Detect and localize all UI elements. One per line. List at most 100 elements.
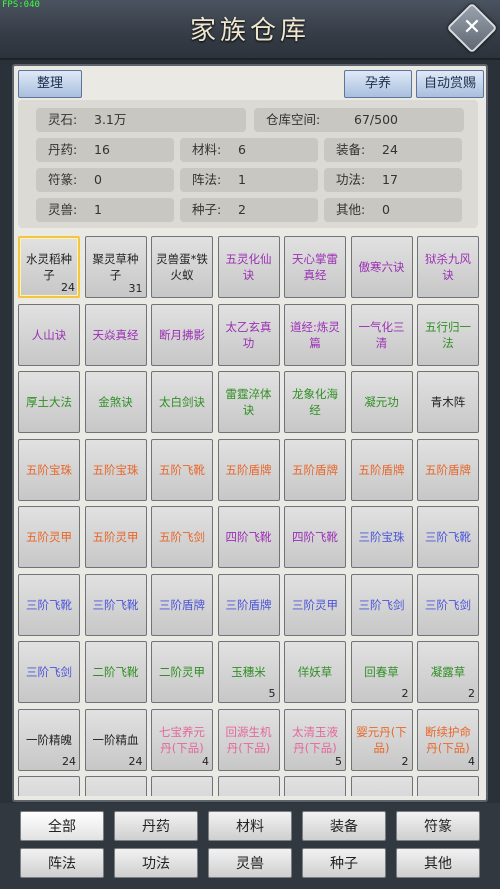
item-slot[interactable]: 五阶飞剑: [151, 506, 213, 568]
item-name: 五阶盾牌: [358, 462, 405, 477]
item-slot[interactable]: 天焱真经: [84, 303, 147, 366]
item-slot[interactable]: 四阶飞靴: [217, 506, 280, 568]
item-name: 三阶飞剑: [358, 597, 405, 612]
item-slot[interactable]: 一阶精血 24: [84, 708, 147, 771]
item-slot[interactable]: 天心掌雷真经: [284, 236, 346, 298]
organize-button[interactable]: 整理: [18, 70, 82, 98]
item-slot[interactable]: 回春草 2: [350, 641, 413, 703]
item-slot[interactable]: 五阶宝珠: [84, 438, 147, 501]
item-slot[interactable]: 七宝养元丹(下品) 4: [151, 708, 213, 771]
item-slot[interactable]: 三阶飞剑: [417, 573, 479, 636]
item-slot[interactable]: 四阶飞靴: [284, 506, 346, 568]
item-slot[interactable]: 灵兽蛋*铁火蚁: [151, 236, 213, 298]
item-slot[interactable]: 五阶盾牌: [284, 438, 346, 501]
item-slot[interactable]: 二阶灵甲: [151, 641, 213, 703]
item-slot[interactable]: 佯妖草: [284, 641, 346, 703]
item-count: 2: [401, 754, 409, 768]
item-name: 天焱真经: [92, 327, 139, 342]
item-slot[interactable]: 凝露草 2: [417, 641, 479, 703]
stat-capacity: 仓库空间: 67/500: [254, 108, 464, 132]
item-slot[interactable]: 水灵稻种子 24: [18, 236, 80, 298]
item-name: 三阶灵甲: [292, 597, 338, 612]
item-name: 四阶飞靴: [292, 530, 338, 544]
category-tab[interactable]: 灵兽: [208, 848, 292, 878]
item-name: 太乙玄真功: [225, 319, 272, 350]
category-tab[interactable]: 阵法: [20, 848, 104, 878]
category-tab[interactable]: 全部: [20, 811, 104, 841]
close-icon: ✕: [462, 15, 482, 40]
item-slot[interactable]: [284, 776, 346, 796]
item-slot[interactable]: 雷霆淬体诀: [217, 371, 280, 433]
item-name: 三阶飞靴: [92, 597, 139, 612]
item-slot[interactable]: 厚土大法: [18, 371, 80, 433]
item-name: 五行归一法: [425, 319, 471, 350]
item-slot[interactable]: 五阶盾牌: [350, 438, 413, 501]
item-slot[interactable]: 青木阵: [417, 371, 479, 433]
item-slot[interactable]: 五阶灵甲: [84, 506, 147, 568]
item-slot[interactable]: 三阶飞靴: [18, 573, 80, 636]
item-slot[interactable]: 五阶飞靴: [151, 438, 213, 501]
category-tab[interactable]: 其他: [396, 848, 480, 878]
item-slot[interactable]: 婴元丹(下品) 2: [350, 708, 413, 771]
item-slot[interactable]: 五行归一法: [417, 303, 479, 366]
item-name: 断月拂影: [159, 327, 205, 342]
item-slot[interactable]: 五阶灵甲: [18, 506, 80, 568]
item-slot[interactable]: 一气化三清: [350, 303, 413, 366]
item-slot[interactable]: 狱杀九风诀: [417, 236, 479, 298]
item-slot[interactable]: 二阶飞靴: [84, 641, 147, 703]
category-tab[interactable]: 材料: [208, 811, 292, 841]
item-slot[interactable]: 一阶精魄 24: [18, 708, 80, 771]
item-slot[interactable]: 道经:炼灵篇: [284, 303, 346, 366]
item-slot[interactable]: 太白剑诀: [151, 371, 213, 433]
item-slot[interactable]: [84, 776, 147, 796]
item-name: 五阶飞靴: [159, 462, 205, 477]
item-slot[interactable]: 断月拂影: [151, 303, 213, 366]
item-name: 五阶盾牌: [225, 462, 272, 477]
item-slot[interactable]: 人山诀: [18, 303, 80, 366]
item-slot[interactable]: [151, 776, 213, 796]
nurture-button[interactable]: 孕养: [344, 70, 412, 98]
item-slot[interactable]: 五阶盾牌: [217, 438, 280, 501]
category-tab[interactable]: 符篆: [396, 811, 480, 841]
item-slot[interactable]: 回源生机丹(下品): [217, 708, 280, 771]
item-count: 5: [335, 754, 342, 768]
category-tab[interactable]: 种子: [302, 848, 386, 878]
item-name: 婴元丹(下品): [356, 724, 407, 755]
item-slot[interactable]: [350, 776, 413, 796]
item-slot[interactable]: 金煞诀: [84, 371, 147, 433]
item-slot[interactable]: 太乙玄真功: [217, 303, 280, 366]
item-slot[interactable]: 龙象化海经: [284, 371, 346, 433]
category-tab[interactable]: 丹药: [114, 811, 198, 841]
item-slot[interactable]: 断续护命丹(下品) 4: [417, 708, 479, 771]
item-slot[interactable]: 五阶盾牌: [417, 438, 479, 501]
title-bar: 家族仓库 ✕: [0, 0, 500, 60]
auto-reward-button[interactable]: 自动赏赐: [416, 70, 484, 98]
item-slot[interactable]: [18, 776, 80, 796]
item-name: 三阶宝珠: [358, 530, 405, 544]
item-slot[interactable]: 聚灵草种子 31: [84, 236, 147, 298]
item-slot[interactable]: 三阶宝珠: [350, 506, 413, 568]
stat-equipment: 装备: 24: [324, 138, 462, 162]
item-name: 五阶飞剑: [159, 530, 205, 544]
item-slot[interactable]: 三阶飞靴: [84, 573, 147, 636]
item-slot[interactable]: 太清玉液丹(下品) 5: [284, 708, 346, 771]
item-slot[interactable]: 三阶飞靴: [417, 506, 479, 568]
category-tab[interactable]: 功法: [114, 848, 198, 878]
item-slot[interactable]: 五灵化仙诀: [217, 236, 280, 298]
item-slot[interactable]: 三阶飞剑: [350, 573, 413, 636]
item-name: 五阶盾牌: [292, 462, 338, 477]
item-count: 4: [468, 754, 475, 768]
item-slot[interactable]: [417, 776, 479, 796]
item-name: 五阶盾牌: [425, 462, 471, 477]
item-slot[interactable]: 三阶盾牌: [151, 573, 213, 636]
item-slot[interactable]: 玉穗米 5: [217, 641, 280, 703]
stat-pills: 丹药: 16: [36, 138, 174, 162]
item-slot[interactable]: 三阶飞剑: [18, 641, 80, 703]
item-slot[interactable]: 五阶宝珠: [18, 438, 80, 501]
item-slot[interactable]: 三阶盾牌: [217, 573, 280, 636]
category-tab[interactable]: 装备: [302, 811, 386, 841]
item-slot[interactable]: 傲寒六诀: [350, 236, 413, 298]
item-slot[interactable]: 三阶灵甲: [284, 573, 346, 636]
item-slot[interactable]: [217, 776, 280, 796]
item-slot[interactable]: 凝元功: [350, 371, 413, 433]
